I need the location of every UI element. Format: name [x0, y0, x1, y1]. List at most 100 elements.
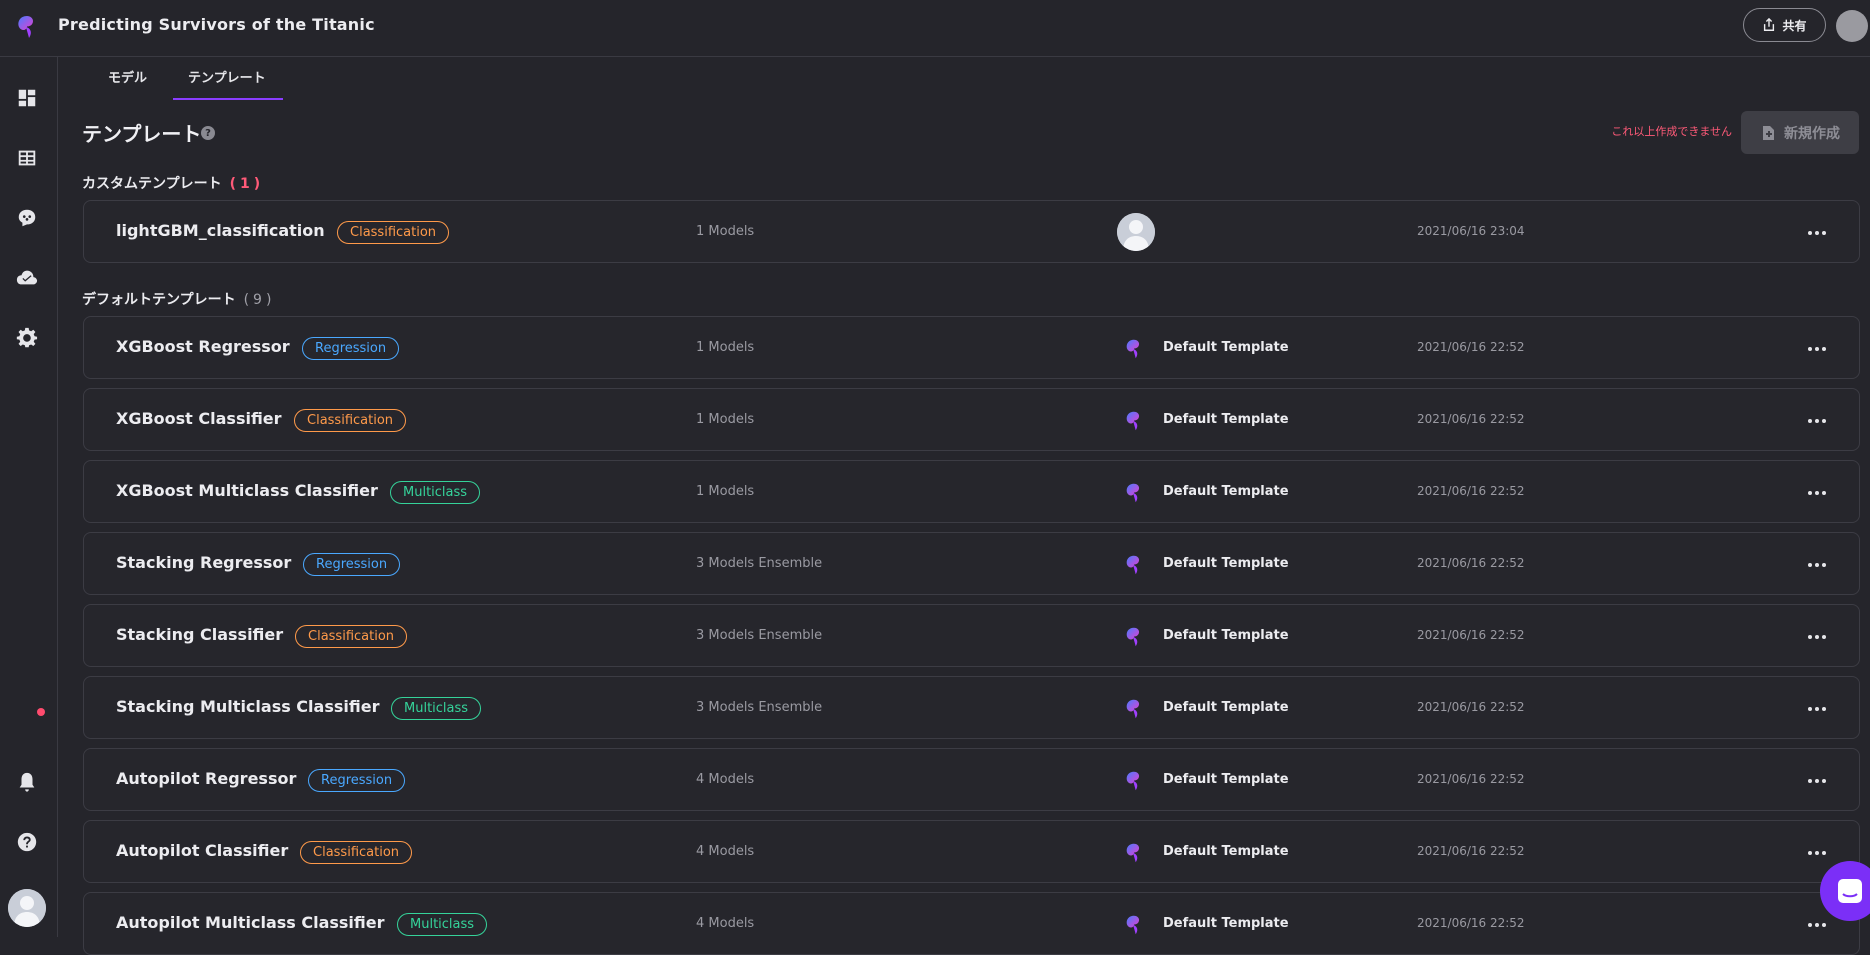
default-templates-header: デフォルトテンプレート (9) — [82, 289, 275, 309]
help-circle-icon[interactable] — [14, 829, 40, 855]
user-avatar[interactable] — [1836, 10, 1868, 42]
type-badge: Classification — [295, 625, 408, 648]
default-templates-label: デフォルトテンプレート — [82, 292, 236, 308]
template-date: 2021/06/16 22:52 — [1417, 916, 1525, 930]
template-row[interactable]: Stacking Classifier Classification 3 Model… — [83, 604, 1860, 667]
type-badge: Classification — [337, 221, 450, 244]
default-template-logo-icon — [1126, 483, 1140, 503]
notification-dot — [37, 708, 45, 716]
template-row[interactable]: XGBoost Multiclass Classifier Multiclass 1… — [83, 460, 1860, 523]
template-owner: Default Template — [1163, 628, 1289, 643]
template-name: lightGBM_classification — [116, 221, 325, 240]
row-more-menu[interactable] — [1804, 555, 1830, 575]
dot-icon — [1815, 851, 1819, 855]
model-count: 1 Models — [696, 412, 755, 427]
template-row[interactable]: Stacking Multiclass Classifier Multiclass… — [83, 676, 1860, 739]
custom-templates-label: カスタムテンプレート — [82, 176, 222, 192]
template-date: 2021/06/16 22:52 — [1417, 772, 1525, 786]
template-owner: Default Template — [1163, 844, 1289, 859]
share-button[interactable]: 共有 — [1743, 8, 1826, 42]
template-owner: Default Template — [1163, 556, 1289, 571]
new-template-button[interactable]: 新規作成 — [1741, 111, 1859, 154]
cloud-deploy-icon[interactable] — [14, 265, 40, 291]
template-date: 2021/06/16 22:52 — [1417, 700, 1525, 714]
dot-icon — [1815, 419, 1819, 423]
dot-icon — [1822, 779, 1826, 783]
model-count: 1 Models — [696, 224, 755, 239]
row-more-menu[interactable] — [1804, 339, 1830, 359]
person-icon — [8, 889, 46, 927]
template-row[interactable]: Stacking Regressor Regression 3 Models Ens… — [83, 532, 1860, 595]
template-date: 2021/06/16 22:52 — [1417, 628, 1525, 642]
brain-icon[interactable] — [14, 205, 40, 231]
dot-icon — [1808, 231, 1812, 235]
template-owner: Default Template — [1163, 484, 1289, 499]
row-more-menu[interactable] — [1804, 699, 1830, 719]
table-icon[interactable] — [14, 145, 40, 171]
dot-icon — [1808, 779, 1812, 783]
dot-icon — [1808, 923, 1812, 927]
dot-icon — [1815, 563, 1819, 567]
template-name: Autopilot Multiclass Classifier — [116, 913, 385, 932]
row-more-menu[interactable] — [1804, 843, 1830, 863]
app-title: Predicting Survivors of the Titanic — [58, 15, 375, 34]
default-template-logo-icon — [1126, 627, 1140, 647]
limit-message: これ以上作成できません — [1611, 125, 1732, 138]
dashboard-icon[interactable] — [14, 85, 40, 111]
model-count: 4 Models — [696, 844, 755, 859]
add-document-icon — [1763, 125, 1774, 140]
template-date: 2021/06/16 22:52 — [1417, 340, 1525, 354]
row-more-menu[interactable] — [1804, 223, 1830, 243]
template-owner: Default Template — [1163, 916, 1289, 931]
template-row[interactable]: Autopilot Regressor Regression 4 Models Def… — [83, 748, 1860, 811]
row-more-menu[interactable] — [1804, 627, 1830, 647]
type-badge: Multiclass — [397, 913, 488, 936]
app-logo-icon[interactable] — [14, 14, 40, 40]
default-template-logo-icon — [1126, 699, 1140, 719]
dot-icon — [1822, 491, 1826, 495]
dot-icon — [1815, 707, 1819, 711]
template-date: 2021/06/16 22:52 — [1417, 556, 1525, 570]
type-badge: Classification — [300, 841, 413, 864]
dot-icon — [1815, 231, 1819, 235]
default-template-logo-icon — [1126, 555, 1140, 575]
row-more-menu[interactable] — [1804, 915, 1830, 935]
share-icon — [1764, 18, 1775, 31]
share-label: 共有 — [1782, 18, 1807, 33]
template-name: XGBoost Multiclass Classifier — [116, 481, 378, 500]
tab-models[interactable]: モデル — [108, 67, 147, 86]
default-templates-count: (9) — [243, 292, 276, 308]
default-template-logo-icon — [1126, 771, 1140, 791]
gear-icon[interactable] — [14, 325, 40, 351]
template-date: 2021/06/16 22:52 — [1417, 484, 1525, 498]
dot-icon — [1815, 923, 1819, 927]
dot-icon — [1815, 347, 1819, 351]
page-title: テンプレート — [82, 122, 202, 146]
active-tab-indicator — [173, 98, 283, 100]
default-template-logo-icon — [1126, 411, 1140, 431]
row-more-menu[interactable] — [1804, 771, 1830, 791]
type-badge: Regression — [302, 337, 400, 360]
template-row[interactable]: lightGBM_classification Classification 1… — [83, 200, 1860, 263]
row-more-menu[interactable] — [1804, 411, 1830, 431]
template-name: Stacking Regressor — [116, 553, 292, 572]
model-count: 4 Models — [696, 916, 755, 931]
template-owner: Default Template — [1163, 412, 1289, 427]
account-avatar[interactable] — [8, 889, 46, 927]
tab-templates[interactable]: テンプレート — [188, 67, 266, 86]
template-row[interactable]: Autopilot Multiclass Classifier Multiclas… — [83, 892, 1860, 955]
template-name: Autopilot Regressor — [116, 769, 297, 788]
help-icon[interactable]: ? — [201, 126, 215, 140]
bell-icon[interactable] — [14, 769, 40, 795]
top-bar: Predicting Survivors of the Titanic 共有 — [0, 0, 1870, 57]
dot-icon — [1822, 419, 1826, 423]
template-name: XGBoost Regressor — [116, 337, 290, 356]
type-badge: Regression — [303, 553, 401, 576]
template-row[interactable]: XGBoost Classifier Classification 1 Models… — [83, 388, 1860, 451]
template-row[interactable]: XGBoost Regressor Regression 1 Models Defau… — [83, 316, 1860, 379]
dot-icon — [1808, 707, 1812, 711]
row-more-menu[interactable] — [1804, 483, 1830, 503]
sidebar — [0, 57, 58, 937]
template-row[interactable]: Autopilot Classifier Classification 4 Mode… — [83, 820, 1860, 883]
template-owner: Default Template — [1163, 772, 1289, 787]
